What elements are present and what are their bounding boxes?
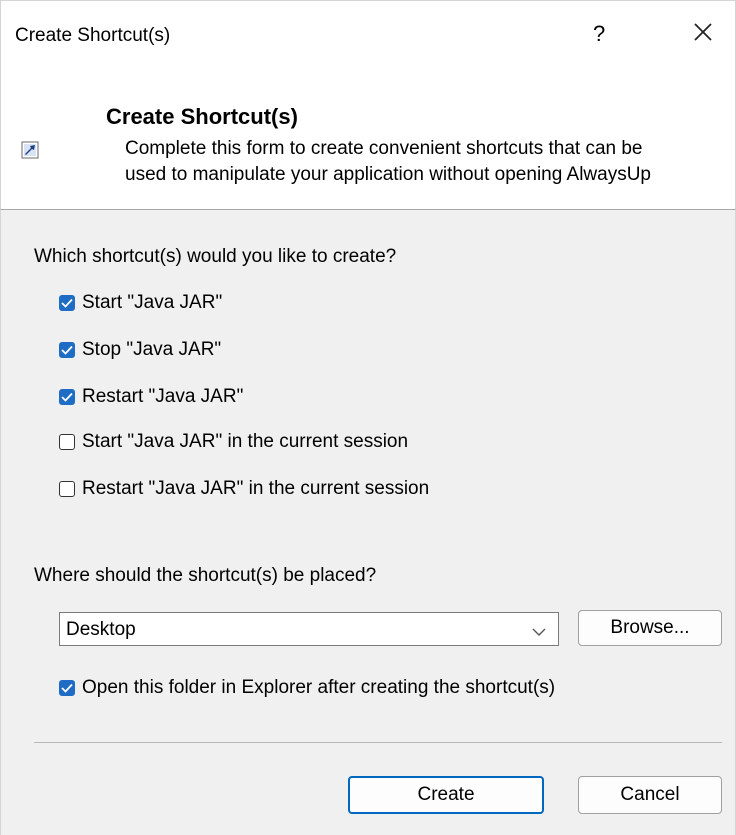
window-title: Create Shortcut(s) — [15, 25, 171, 46]
option-stop[interactable]: Stop "Java JAR" — [59, 339, 221, 361]
option-label: Open this folder in Explorer after creat… — [82, 677, 556, 698]
option-start-current-session[interactable]: Start "Java JAR" in the current session — [59, 431, 408, 453]
option-start[interactable]: Start "Java JAR" — [59, 292, 222, 314]
dialog-content: Which shortcut(s) would you like to crea… — [0, 210, 736, 835]
option-label: Start "Java JAR" in the current session — [82, 431, 409, 452]
placement-question: Where should the shortcut(s) be placed? — [34, 565, 377, 586]
checkbox-unchecked-icon[interactable] — [59, 481, 75, 497]
header-title: Create Shortcut(s) — [106, 104, 298, 129]
option-label: Restart "Java JAR" in the current sessio… — [82, 478, 430, 499]
option-label: Restart "Java JAR" — [82, 386, 244, 407]
option-open-folder[interactable]: Open this folder in Explorer after creat… — [59, 677, 555, 699]
checkbox-checked-icon[interactable] — [59, 342, 75, 358]
checkbox-checked-icon[interactable] — [59, 680, 75, 696]
title-bar: Create Shortcut(s) ? — [0, 0, 736, 79]
checkbox-checked-icon[interactable] — [59, 295, 75, 311]
option-restart-current-session[interactable]: Restart "Java JAR" in the current sessio… — [59, 478, 429, 500]
location-value: Desktop — [66, 619, 136, 640]
create-button[interactable]: Create — [348, 776, 544, 814]
cancel-button[interactable]: Cancel — [578, 776, 722, 814]
header-description: Complete this form to create convenient … — [125, 136, 731, 188]
shortcuts-question: Which shortcut(s) would you like to crea… — [34, 246, 397, 267]
location-dropdown[interactable]: Desktop — [59, 612, 559, 646]
option-label: Stop "Java JAR" — [82, 339, 222, 360]
app-shortcut-icon — [21, 141, 39, 164]
close-icon[interactable] — [692, 21, 714, 43]
option-restart[interactable]: Restart "Java JAR" — [59, 386, 243, 408]
chevron-down-icon[interactable] — [532, 624, 546, 642]
divider — [34, 742, 722, 743]
checkbox-checked-icon[interactable] — [59, 389, 75, 405]
header-description-line: used to manipulate your application with… — [125, 164, 651, 185]
header-description-line: Complete this form to create convenient … — [125, 138, 643, 159]
option-label: Start "Java JAR" — [82, 292, 223, 313]
dialog-header: Create Shortcut(s) Complete this form to… — [0, 78, 736, 210]
help-button[interactable]: ? — [593, 21, 605, 47]
checkbox-unchecked-icon[interactable] — [59, 434, 75, 450]
browse-button[interactable]: Browse... — [578, 610, 722, 646]
